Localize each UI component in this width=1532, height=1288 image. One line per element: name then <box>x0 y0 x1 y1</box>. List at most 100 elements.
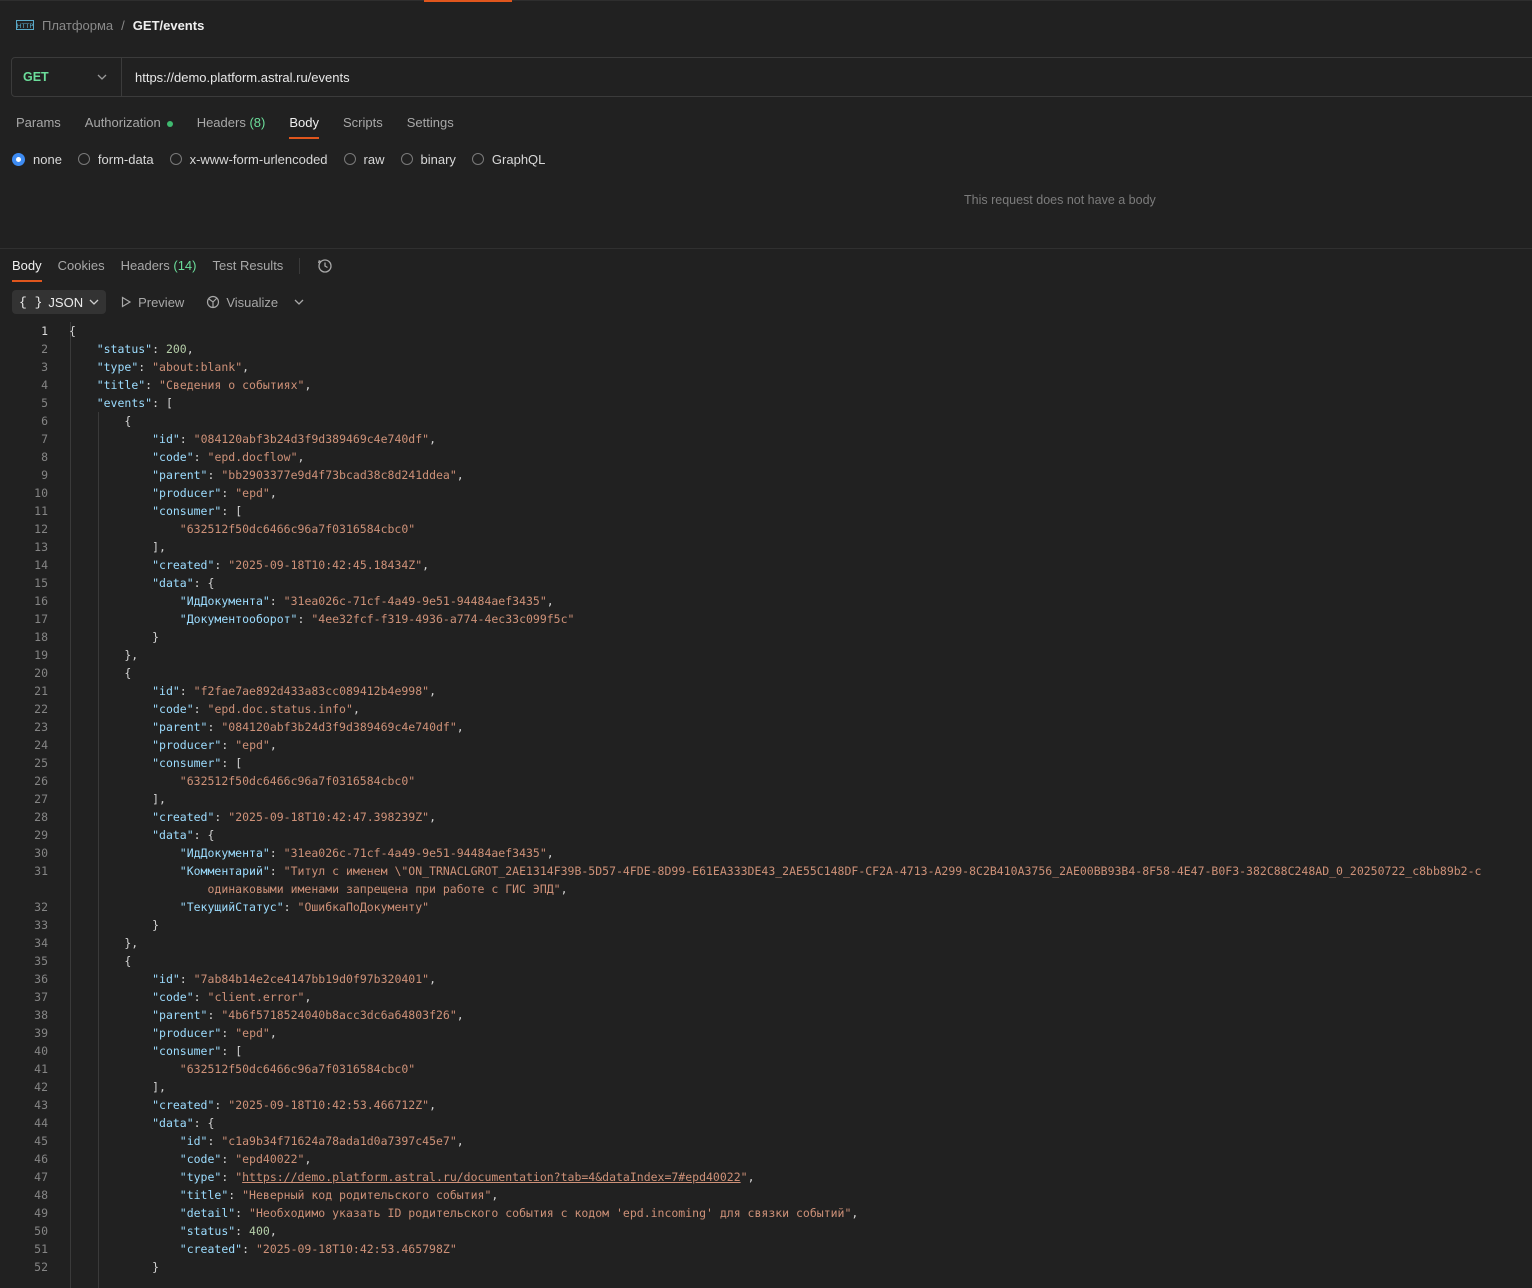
tab-body[interactable]: Body <box>289 113 319 139</box>
line-number: 47 <box>34 1170 48 1184</box>
code-text: "31ea026c-71cf-4a49-9e51-94484aef3435" <box>283 594 547 608</box>
format-select[interactable]: { } JSON <box>12 290 107 314</box>
pane-divider[interactable] <box>0 248 1532 249</box>
tab-headers[interactable]: Headers (8) <box>197 113 266 133</box>
code-text: "data" <box>152 828 194 842</box>
radio[interactable] <box>77 153 90 165</box>
code-text: } <box>69 630 160 644</box>
code-text: "https://demo.platform.astral.ru/documen… <box>235 1170 748 1184</box>
tab-params[interactable]: Params <box>16 113 61 133</box>
empty-body-message: This request does not have a body <box>964 193 1156 207</box>
json-value: 084120abf3b24d3f9d389469c4e740df <box>200 432 423 446</box>
body-option-form-data[interactable]: form-data <box>77 152 154 167</box>
tab-settings[interactable]: Settings <box>407 113 454 133</box>
response-tab-body[interactable]: Body <box>12 256 42 282</box>
code-text: "epd.doc.status.info" <box>207 702 353 716</box>
url-input[interactable] <box>122 58 1532 96</box>
line-number: 40 <box>34 1044 48 1058</box>
radio[interactable] <box>343 153 356 165</box>
code-text: "epd" <box>235 486 270 500</box>
tab-label: Settings <box>406 115 454 130</box>
line-number: 8 <box>41 450 48 464</box>
code-text: "ТекущийСтатус": "ОшибкаПоДокументу" <box>179 900 430 914</box>
breadcrumb-parent[interactable]: Платформа <box>42 18 113 33</box>
json-link[interactable]: https://demo.platform.astral.ru/document… <box>242 1170 741 1184</box>
code-text: { <box>69 666 132 680</box>
code-text: "id" <box>179 1134 208 1148</box>
code-line: 39 "producer": "epd", <box>0 1024 1532 1042</box>
chevron-down-icon[interactable] <box>292 297 304 308</box>
code-text: "2025-09-18T10:42:47.398239Z" <box>228 810 430 824</box>
code-text: "status" <box>179 1224 236 1238</box>
code-line: 18 } <box>0 628 1532 646</box>
response-tab-cookies[interactable]: Cookies <box>58 256 105 276</box>
json-value: 7ab84b14e2ce4147bb19d0f97b320401 <box>200 972 423 986</box>
line-number: 13 <box>34 540 48 554</box>
code-text: "epd" <box>235 1026 270 1040</box>
response-body-editor[interactable]: 1{ 2 "status": 200, 3 "type": "about:bla… <box>0 322 1532 1288</box>
json-value: 2025-09-18T10:42:53.466712Z <box>235 1098 423 1112</box>
tab-label: Body <box>289 115 319 130</box>
method-select[interactable]: GET <box>12 58 122 96</box>
code-text: "epd.docflow" <box>207 450 298 464</box>
code-text: "7ab84b14e2ce4147bb19d0f97b320401" <box>193 972 430 986</box>
body-option-binary[interactable]: binary <box>400 152 456 167</box>
line-number: 50 <box>34 1224 48 1238</box>
code-line: 41 "632512f50dc6466c96a7f0316584cbc0" <box>0 1060 1532 1078</box>
radio-selected[interactable] <box>12 152 25 166</box>
body-option-urlencoded[interactable]: x-www-form-urlencoded <box>169 152 328 167</box>
json-value: 084120abf3b24d3f9d389469c4e740df <box>228 720 450 734</box>
code-line: 3 "type": "about:blank", <box>0 358 1532 376</box>
line-number: 46 <box>34 1152 48 1166</box>
body-option-raw[interactable]: raw <box>343 152 385 167</box>
braces-icon: { } <box>19 294 43 310</box>
json-value: 632512f50dc6466c96a7f0316584cbc0 <box>186 522 409 536</box>
code-text: }, <box>69 936 139 950</box>
preview-button[interactable]: Preview <box>112 290 192 314</box>
history-icon[interactable] <box>316 257 334 275</box>
radio[interactable] <box>471 153 484 165</box>
tab-label: Params <box>16 115 61 130</box>
code-text: "title" <box>179 1188 229 1202</box>
code-text: "title": "Неверный код родительского соб… <box>179 1188 499 1202</box>
code-line: 30 "ИдДокумента": "31ea026c-71cf-4a49-9e… <box>0 844 1532 862</box>
code-line: 34 }, <box>0 934 1532 952</box>
radio[interactable] <box>400 153 413 165</box>
chevron-down-icon <box>89 297 99 308</box>
tab-label: Headers <box>196 115 246 130</box>
tab-label: Body <box>12 258 42 273</box>
json-value: 31ea026c-71cf-4a49-9e51-94484aef3435 <box>290 846 540 860</box>
line-number: 16 <box>34 594 48 608</box>
line-number: 39 <box>34 1026 48 1040</box>
code-text: } <box>69 1260 160 1274</box>
tab-authorization[interactable]: Authorization <box>85 113 173 133</box>
tab-scripts[interactable]: Scripts <box>343 113 383 133</box>
code-text: "about:blank" <box>152 360 243 374</box>
body-option-none[interactable]: none <box>12 152 62 167</box>
line-number: 37 <box>34 990 48 1004</box>
code-text: { <box>69 954 132 968</box>
json-value: epd <box>242 738 263 752</box>
visualize-button[interactable]: Visualize <box>198 290 286 314</box>
code-text: "consumer" <box>152 1044 222 1058</box>
code-line: одинаковыми именами запрещена при работе… <box>0 880 1532 898</box>
code-text: "created" <box>152 558 215 572</box>
line-number: 18 <box>34 630 48 644</box>
breadcrumb-current[interactable]: GET/events <box>133 18 205 33</box>
code-line: 45 "id": "c1a9b34f71624a78ada1d0a7397c45… <box>0 1132 1532 1150</box>
response-tab-test-results[interactable]: Test Results <box>213 256 284 276</box>
line-number: 31 <box>34 864 48 878</box>
code-line: 22 "code": "epd.doc.status.info", <box>0 700 1532 718</box>
body-option-graphql[interactable]: GraphQL <box>471 152 545 167</box>
code-text: "data": { <box>152 1116 215 1130</box>
code-text: "events" <box>96 396 153 410</box>
response-tab-headers[interactable]: Headers (14) <box>121 256 197 276</box>
code-text: "parent" <box>152 468 208 482</box>
json-value: epd.doc.status.info <box>214 702 346 716</box>
radio[interactable] <box>169 153 182 165</box>
window-top-border <box>0 0 1532 1</box>
code-text: "ТекущийСтатус" <box>179 900 284 914</box>
chevron-down-icon <box>97 72 107 83</box>
line-number: 26 <box>34 774 48 788</box>
code-text: "id" <box>152 684 180 698</box>
